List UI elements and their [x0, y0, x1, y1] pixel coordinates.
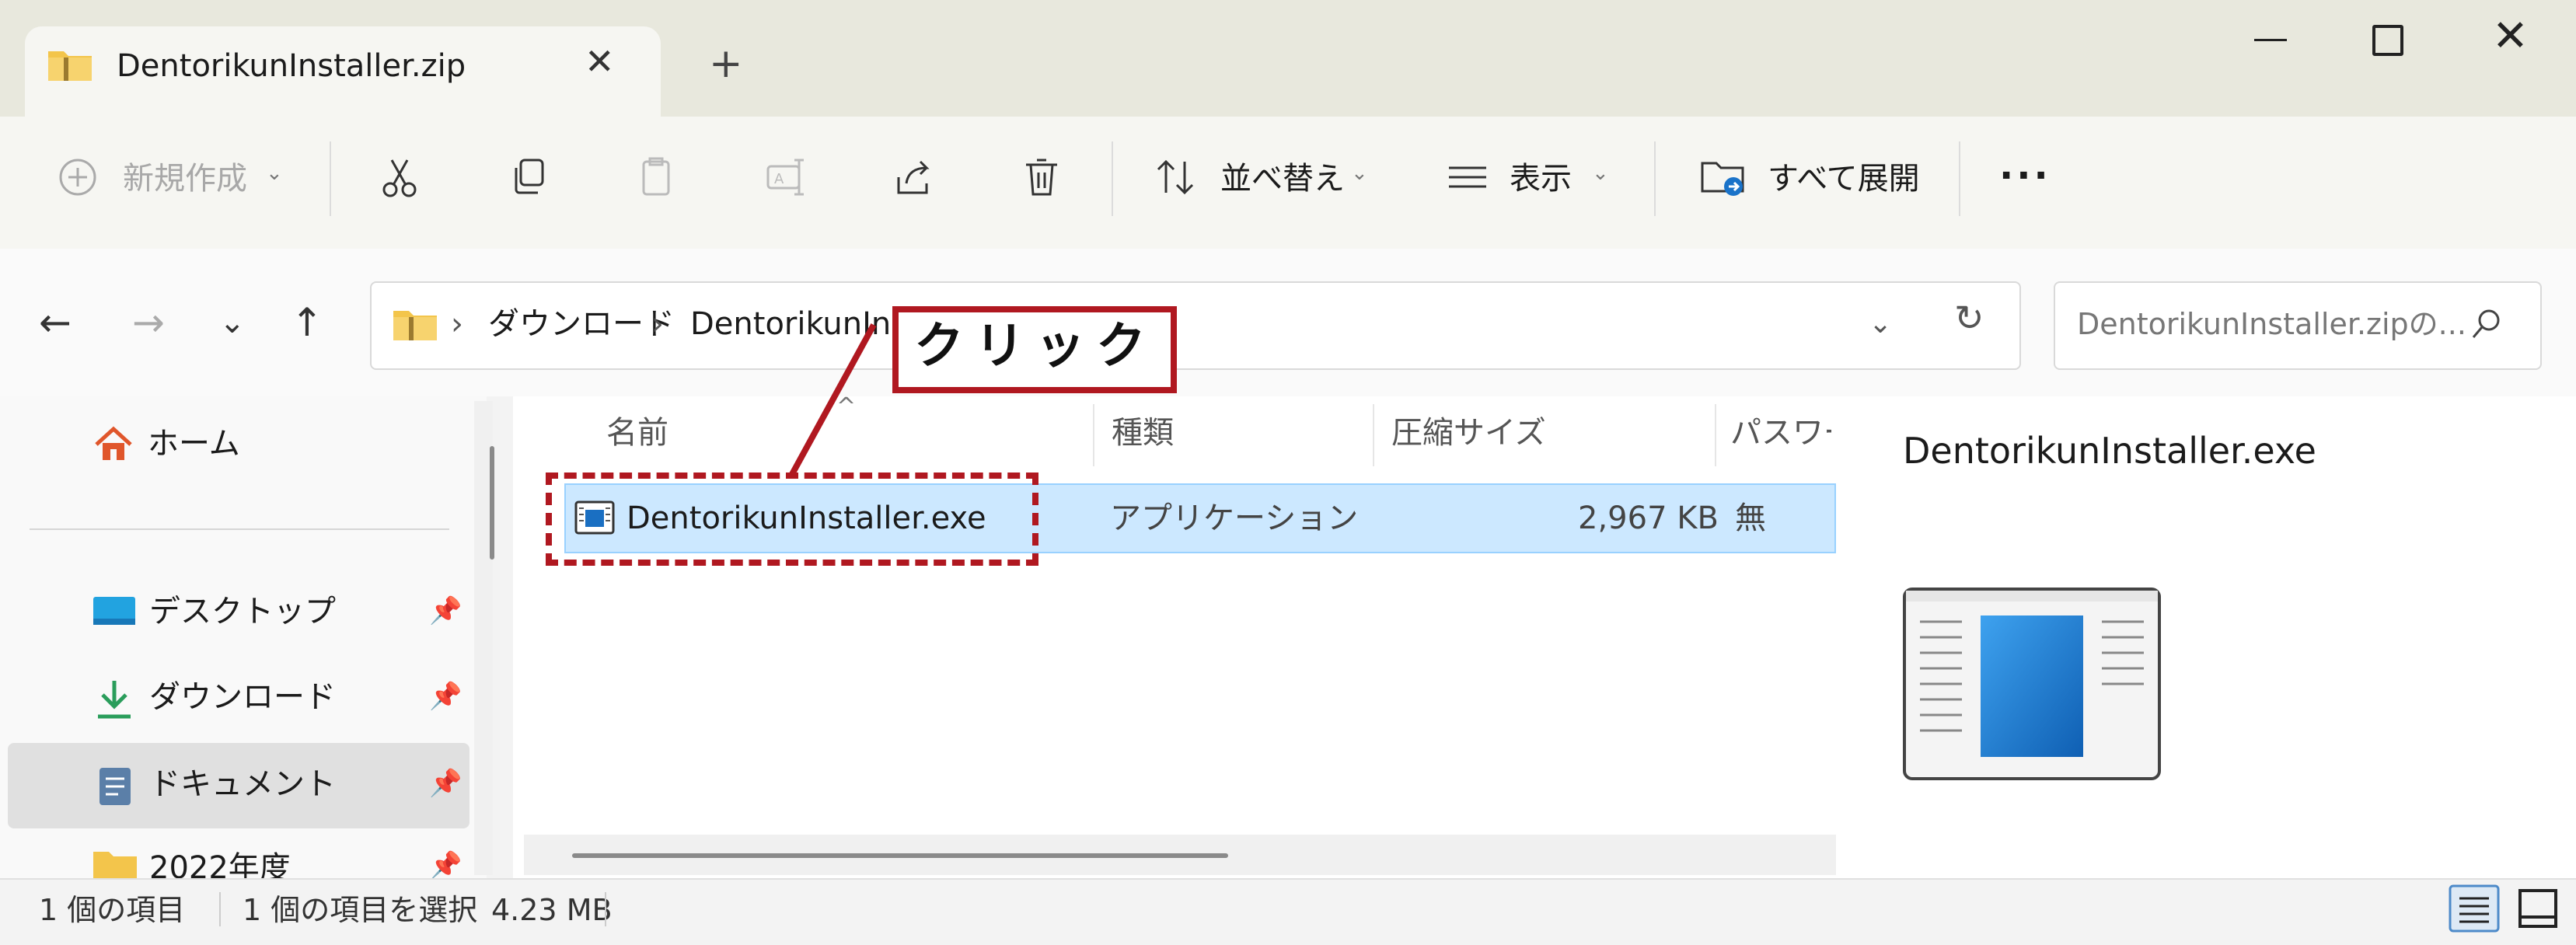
maximize-icon[interactable]	[2372, 25, 2403, 56]
extract-folder-icon	[1701, 162, 1744, 196]
zip-folder-icon	[48, 51, 92, 81]
delete-icon[interactable]	[1018, 154, 1065, 201]
copy-icon[interactable]	[507, 154, 553, 201]
window-close-icon[interactable]: ✕	[2492, 11, 2529, 61]
sidebar-divider	[30, 528, 449, 530]
column-header-name[interactable]: 名前	[606, 413, 668, 452]
plus-circle-icon	[59, 159, 96, 196]
back-arrow-icon[interactable]: ←	[39, 300, 72, 345]
annotation-highlight-box	[546, 472, 1038, 566]
sort-ascending-icon: ^	[836, 393, 857, 420]
breadcrumb-downloads[interactable]: ダウンロード	[488, 305, 675, 343]
recent-chevron-icon[interactable]: ⌄	[219, 305, 246, 340]
address-dropdown-icon[interactable]: ⌄	[1869, 305, 1892, 343]
up-arrow-icon[interactable]: ↑	[291, 300, 323, 345]
tab-title: DentorikunInstaller.zip	[117, 48, 466, 84]
column-header-password[interactable]: パスワー	[1730, 413, 1831, 452]
rename-icon[interactable]: A	[762, 154, 808, 201]
view-list-icon	[1449, 166, 1486, 188]
column-header-type[interactable]: 種類	[1112, 413, 1174, 452]
status-selected: 1 個の項目を選択	[243, 893, 478, 927]
pin-icon[interactable]: 📌	[429, 768, 462, 799]
sidebar-item-home[interactable]: ホーム	[148, 424, 240, 463]
pin-icon[interactable]: 📌	[429, 850, 462, 878]
file-list-pane	[513, 396, 1836, 878]
column-header-compressed-size[interactable]: 圧縮サイズ	[1391, 413, 1546, 452]
documents-icon	[99, 768, 131, 805]
toolbar-separator	[330, 141, 331, 216]
extract-all-button[interactable]: すべて展開	[1768, 159, 1920, 198]
breadcrumb-separator-icon: ›	[451, 306, 463, 342]
pin-icon[interactable]: 📌	[429, 681, 462, 712]
desktop-icon	[93, 597, 135, 625]
share-icon[interactable]	[891, 154, 937, 201]
horizontal-scroll-thumb[interactable]	[572, 853, 1228, 858]
sidebar-item-documents[interactable]: ドキュメント	[149, 765, 336, 804]
sidebar-scroll-thumb[interactable]	[490, 446, 494, 560]
toolbar-separator	[1654, 141, 1656, 216]
pin-icon[interactable]: 📌	[429, 595, 462, 626]
large-icons-view-icon[interactable]	[2515, 886, 2560, 931]
svg-text:A: A	[774, 171, 784, 187]
status-separator	[605, 892, 606, 926]
download-icon	[98, 681, 131, 719]
chevron-down-icon: ⌄	[266, 162, 283, 185]
file-size: 2,967 KB	[1578, 500, 1719, 536]
column-separator[interactable]	[1373, 404, 1374, 466]
sort-button[interactable]: 並べ替え	[1220, 159, 1345, 198]
toolbar-separator	[1959, 141, 1960, 216]
chevron-down-icon: ⌄	[1351, 162, 1368, 185]
search-icon	[2472, 309, 2500, 338]
paste-icon[interactable]	[633, 154, 679, 201]
sidebar-item-desktop[interactable]: デスクトップ	[149, 592, 336, 631]
breadcrumb-zip[interactable]: DentorikunInst	[690, 305, 920, 343]
sidebar-item-2022[interactable]: 2022年度	[149, 849, 291, 878]
toolbar-separator	[1112, 141, 1113, 216]
refresh-icon[interactable]: ↻	[1954, 298, 1984, 337]
folder-icon	[93, 852, 137, 878]
column-separator[interactable]	[1715, 404, 1716, 466]
zip-folder-icon	[393, 311, 437, 340]
chevron-down-icon: ⌄	[1592, 162, 1609, 185]
status-separator	[219, 892, 221, 926]
search-input[interactable]: DentorikunInstaller.zipの...	[2077, 305, 2466, 343]
more-options-button[interactable]: ...	[1999, 145, 2051, 188]
new-button[interactable]: 新規作成	[123, 159, 247, 198]
details-view-icon[interactable]	[2449, 884, 2500, 933]
sort-icon	[1157, 159, 1194, 195]
home-icon	[95, 426, 132, 460]
tab-close-icon[interactable]: ✕	[585, 40, 615, 82]
new-tab-button[interactable]: +	[709, 40, 743, 87]
application-preview-icon	[1903, 588, 2161, 780]
status-size: 4.23 MB	[491, 893, 613, 927]
preview-filename: DentorikunInstaller.exe	[1903, 430, 2316, 472]
file-password: 無	[1735, 500, 1766, 536]
minimize-icon[interactable]	[2254, 39, 2287, 41]
file-type: アプリケーション	[1110, 500, 1359, 536]
breadcrumb-separator-icon: ›	[651, 306, 664, 342]
column-separator[interactable]	[1093, 404, 1094, 466]
cut-icon[interactable]	[376, 154, 423, 201]
annotation-label: クリック	[914, 318, 1157, 375]
view-button[interactable]: 表示	[1510, 159, 1572, 198]
status-item-count: 1 個の項目	[39, 893, 186, 927]
sidebar-item-downloads[interactable]: ダウンロード	[149, 678, 336, 717]
forward-arrow-icon[interactable]: →	[132, 300, 165, 345]
